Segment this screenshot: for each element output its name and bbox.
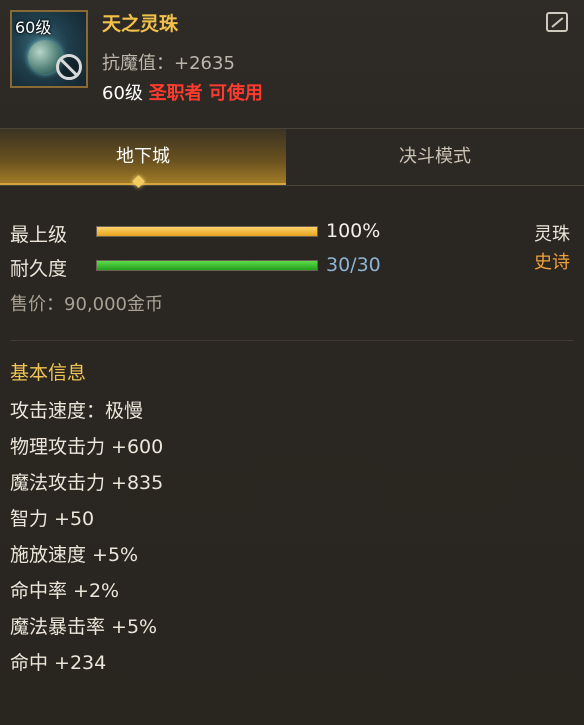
durability-bar-fill [97,261,317,270]
attribute-list: 攻击速度：极慢 物理攻击力 +600 魔法攻击力 +835 智力 +50 施放速… [10,396,163,684]
attribute-item: 魔法攻击力 +835 [10,472,164,494]
attribute-item: 物理攻击力 +600 [10,436,164,458]
basic-info-title: 基本信息 [10,362,87,384]
divider [10,340,574,341]
grade-bar [96,226,318,237]
attribute-item: 攻击速度：极慢 [10,400,144,422]
item-type: 灵珠 [534,224,570,245]
grade-label: 最上级 [10,224,68,246]
grade-bar-fill [97,227,317,236]
attribute-item: 命中 +234 [10,652,107,674]
share-icon[interactable] [546,12,568,32]
durability-bar [96,260,318,271]
durability-label: 耐久度 [10,258,68,280]
required-level: 60级 [102,83,143,104]
item-tooltip-panel: 60级 天之灵珠 抗魔值：+2635 60级 圣职者 可使用 地下城 决斗模式 … [0,0,584,725]
no-entry-icon [56,54,82,80]
tab-dungeon[interactable]: 地下城 [0,129,286,185]
attribute-item: 命中率 +2% [10,580,120,602]
item-name: 天之灵珠 [102,13,179,35]
class-restriction: 圣职者 可使用 [148,83,263,104]
durability-value: 30/30 [326,254,381,276]
attribute-item: 智力 +50 [10,508,95,530]
mode-tabs: 地下城 决斗模式 [0,128,584,186]
item-rarity: 史诗 [534,252,570,273]
tab-duel-mode[interactable]: 决斗模式 [286,129,584,185]
grade-value: 100% [326,220,381,242]
attribute-item: 魔法暴击率 +5% [10,616,158,638]
item-icon[interactable]: 60级 [10,10,88,88]
magic-resist-stat: 抗魔值：+2635 [102,53,235,74]
sell-price: 售价：90,000金币 [10,294,163,315]
icon-level-label: 60级 [15,18,52,37]
requirement-line: 60级 圣职者 可使用 [102,79,263,105]
attribute-item: 施放速度 +5% [10,544,139,566]
